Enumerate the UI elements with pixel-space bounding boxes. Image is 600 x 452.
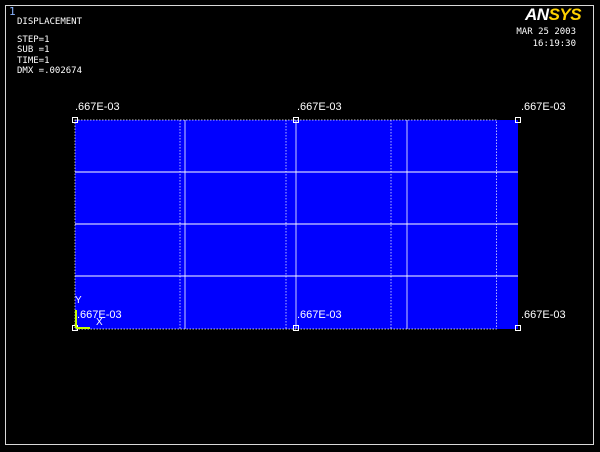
x-axis-label: X — [96, 317, 103, 328]
node-label-bottom-mid: .667E-03 — [297, 309, 342, 321]
model-mesh — [72, 117, 521, 331]
model-viewport[interactable] — [0, 0, 600, 452]
y-axis-label: Y — [75, 295, 82, 306]
node-label-bottom-right: .667E-03 — [521, 309, 566, 321]
node-label-top-mid: .667E-03 — [297, 101, 342, 113]
node-label-top-right: .667E-03 — [521, 101, 566, 113]
node-label-top-left: .667E-03 — [75, 101, 120, 113]
